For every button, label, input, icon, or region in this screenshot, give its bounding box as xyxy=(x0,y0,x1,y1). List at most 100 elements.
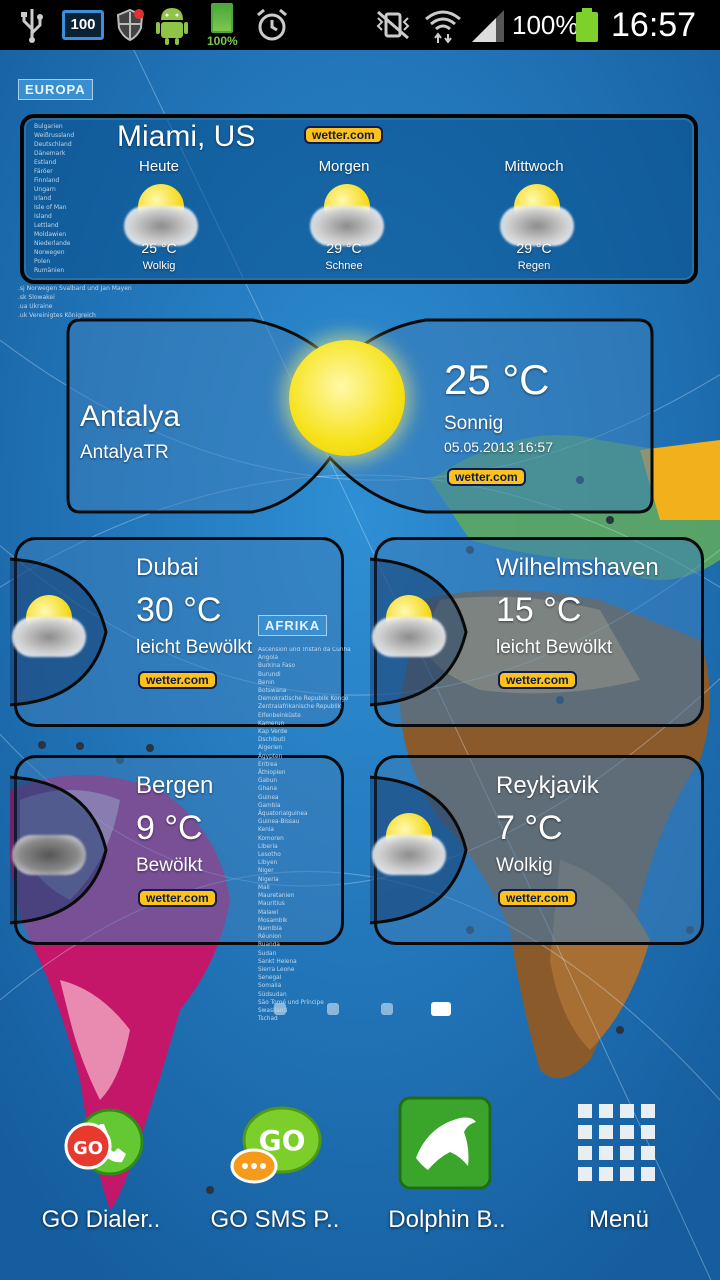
antalya-city-name: Antalya xyxy=(80,400,181,433)
forecast-temp: 25 °C xyxy=(141,240,177,256)
forecast-temp: 29 °C xyxy=(516,240,552,256)
cloudy-icon xyxy=(12,813,86,877)
widget-temperature: 30 °C xyxy=(136,591,222,629)
country-list-item: Tschad xyxy=(258,1016,278,1023)
shield-icon xyxy=(115,0,145,50)
country-list-item: Isle of Man xyxy=(34,204,67,211)
country-list-item: Dschibuti xyxy=(258,737,286,744)
widget-temperature: 9 °C xyxy=(136,809,203,847)
status-bar: 100 100% 100% 16:57 xyxy=(0,0,720,50)
country-list-item: Sudan xyxy=(258,950,277,957)
country-list-item: .ua Ukraine xyxy=(18,303,53,310)
country-list-item: Kamerun xyxy=(258,720,285,727)
wetter-logo: wetter.com xyxy=(498,889,577,907)
forecast-condition: Schnee xyxy=(325,260,363,272)
country-list-item: Ascension und Tristan da Cunha xyxy=(258,647,351,653)
partly-cloudy-icon xyxy=(124,184,198,248)
dolphin-browser-icon xyxy=(398,1096,492,1190)
page-dot-active[interactable] xyxy=(431,1002,451,1016)
go-sms-icon: GO xyxy=(230,1106,322,1184)
country-list-item: Ungarn xyxy=(34,186,56,193)
vibrate-mute-icon xyxy=(374,0,412,50)
country-list-item: Algerien xyxy=(258,745,283,752)
country-list-item: Gambia xyxy=(258,802,281,809)
country-list-item: Eritrea xyxy=(258,761,278,768)
page-dot[interactable] xyxy=(327,1003,339,1015)
partly-cloudy-icon xyxy=(500,184,574,248)
country-list-item: Ghana xyxy=(258,786,277,793)
country-list-item: Deutschland xyxy=(34,141,72,148)
widget-temperature: 7 °C xyxy=(496,809,563,847)
country-list-item: Polen xyxy=(34,258,51,265)
country-list-item: Sierra Leone xyxy=(258,966,295,973)
widget-city-name: Reykjavik xyxy=(496,772,599,799)
battery-percent: 100% xyxy=(512,9,579,40)
dock: GO GO Dialer.. GO GO SMS P.. Dolphin B.. xyxy=(0,1090,720,1260)
forecast-condition: Wolkig xyxy=(142,260,176,272)
country-list-item: Äquatorialguinea xyxy=(258,811,308,818)
usb-icon xyxy=(18,0,46,50)
country-list-item: Malawi xyxy=(258,909,279,916)
badge-100-icon: 100 xyxy=(62,0,104,50)
dock-label: Dolphin B.. xyxy=(388,1206,506,1233)
country-list-item: Sankt Helena xyxy=(258,958,297,965)
country-list-item: Niederlande xyxy=(34,240,71,247)
country-list-item: Libyen xyxy=(258,860,278,867)
badge-100-text: 100 xyxy=(62,10,104,40)
antalya-condition: Sonnig xyxy=(444,413,504,434)
country-list-item: Estland xyxy=(34,159,57,166)
reykjavik-weather-widget[interactable]: Reykjavik 7 °C Wolkig wetter.com xyxy=(370,755,704,945)
page-dot[interactable] xyxy=(274,1003,286,1015)
dock-app-drawer[interactable]: Menü xyxy=(534,1090,704,1250)
dock-app-dolphin-browser[interactable]: Dolphin B.. xyxy=(362,1090,532,1250)
widget-condition: Wolkig xyxy=(496,855,553,876)
wilhelmshaven-weather-widget[interactable]: Wilhelmshaven 15 °C leicht Bewölkt wette… xyxy=(370,537,704,727)
country-list-item: Mauretanien xyxy=(258,893,295,900)
country-list-item: Ruanda xyxy=(258,942,280,949)
country-list-item: Réunion xyxy=(258,934,282,941)
country-list-item: Angola xyxy=(258,655,279,662)
page-dot[interactable] xyxy=(381,1003,393,1015)
country-list-item: Liberia xyxy=(258,843,278,850)
dock-label: Menü xyxy=(588,1206,650,1233)
antalya-weather-widget[interactable]: Antalya AntalyaTR 25 °C Sonnig 05.05.201… xyxy=(66,318,654,514)
wetter-logo: wetter.com xyxy=(138,889,217,907)
forecast-condition: Regen xyxy=(517,260,551,272)
antalya-datetime: 05.05.2013 16:57 xyxy=(444,439,553,455)
country-list-item: Weißrussland xyxy=(34,132,75,139)
alarm-clock-icon xyxy=(254,0,290,50)
forecast-day-label: Heute xyxy=(138,158,180,175)
country-list-item: Gabun xyxy=(258,778,278,785)
europa-map-label: EUROPA xyxy=(18,79,93,100)
partly-cloudy-icon xyxy=(12,595,86,659)
app-drawer-icon xyxy=(578,1104,655,1181)
country-list-item: Mauritius xyxy=(258,901,285,908)
country-list-item: Burkina Faso xyxy=(258,663,295,670)
country-list-item: Demokratische Republik Kongo xyxy=(258,696,349,703)
dock-app-go-sms[interactable]: GO GO SMS P.. xyxy=(190,1090,360,1250)
forecast-day-label: Mittwoch xyxy=(504,158,564,175)
partly-cloudy-icon xyxy=(310,184,384,248)
dock-label: GO SMS P.. xyxy=(210,1206,340,1233)
country-list-item: Komoren xyxy=(258,835,284,842)
africa-country-list: Ascension und Tristan da Cunha Angola Burk… xyxy=(258,646,351,1023)
wetter-logo: wetter.com xyxy=(304,126,383,144)
miami-forecast-widget[interactable]: Miami, US wetter.com Heute 25 °C Wolkig … xyxy=(20,114,698,284)
dock-app-go-dialer[interactable]: GO GO Dialer.. xyxy=(18,1090,188,1250)
country-list-item: Finnland xyxy=(34,177,60,184)
widget-city-name: Dubai xyxy=(136,554,199,581)
country-list-item: Moldawien xyxy=(34,231,67,238)
country-list-item: Äthiopien xyxy=(258,770,286,777)
country-list-item: Island xyxy=(34,213,52,220)
country-list-item: Somalia xyxy=(258,983,282,990)
country-list-item: Zentralafrikanische Republik xyxy=(258,704,341,711)
svg-text:GO: GO xyxy=(73,1138,103,1159)
country-list-item: Niger xyxy=(258,868,274,875)
country-list-item: .sk Slowakei xyxy=(18,294,55,301)
country-list-item: Guinea xyxy=(258,794,279,801)
android-robot-icon xyxy=(155,0,189,50)
widget-city-name: Wilhelmshaven xyxy=(496,554,659,581)
signal-strength-icon xyxy=(470,0,506,50)
country-list-item: Namibia xyxy=(258,925,282,932)
country-list-item: Irland xyxy=(34,195,52,202)
